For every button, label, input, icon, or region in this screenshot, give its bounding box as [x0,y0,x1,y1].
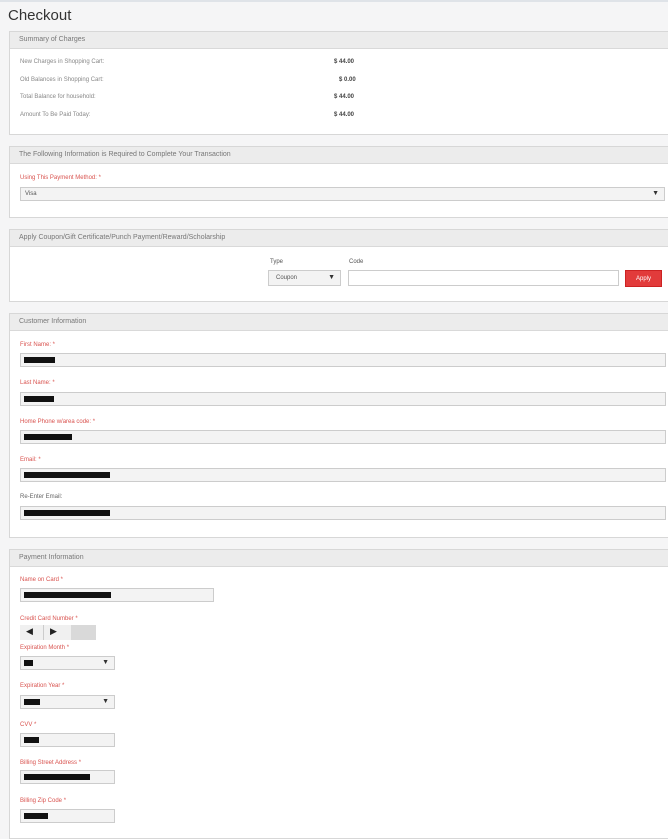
summary-value-new-charges: $ 44.00 [334,59,355,65]
redacted-value [24,472,110,478]
summary-panel: Summary of Charges New Charges in Shoppi… [9,31,668,135]
last-name-label: Last Name: * [20,380,55,386]
payment-method-label: Using This Payment Method: * [20,175,101,181]
first-name-label: First Name: * [20,342,56,348]
billing-street-label: Billing Street Address * [20,760,82,766]
payment-header: Payment Information [10,550,668,567]
arrow-left-icon: ◀ [26,626,33,636]
cvv-field[interactable] [20,733,115,747]
coupon-code-input[interactable] [348,270,619,286]
summary-value-amount-today: $ 44.00 [334,112,355,118]
customer-panel: Customer Information First Name: * Last … [9,313,668,538]
cc-number-segment[interactable] [71,625,96,640]
name-on-card-label: Name on Card * [20,577,64,583]
cc-prev-control[interactable]: ◀ [20,625,44,640]
summary-label-new-charges: New Charges in Shopping Cart: [20,59,105,65]
payment-panel: Payment Information Name on Card * Credi… [9,549,668,839]
credit-card-label: Credit Card Number * [20,616,78,622]
reenter-email-label: Re-Enter Email: [20,494,63,500]
name-on-card-field[interactable] [20,588,214,602]
triangle-down-icon: ▼ [102,659,109,666]
reenter-email-field[interactable] [20,506,666,520]
billing-street-field[interactable] [20,770,115,784]
summary-label-amount-today: Amount To Be Paid Today: [20,112,91,118]
expiration-month-select[interactable]: ▼ [20,656,115,670]
redacted-value [24,660,33,666]
cc-next-control[interactable]: ▶ [44,625,71,640]
coupon-type-select[interactable]: Coupon ▼ [268,270,341,286]
summary-value-total-balance: $ 44.00 [334,94,355,100]
expiration-year-select[interactable]: ▼ [20,695,115,709]
redacted-value [24,434,72,440]
redacted-value [24,592,111,598]
cvv-label: CVV * [20,722,37,728]
redacted-value [24,813,48,819]
customer-header: Customer Information [10,314,668,331]
summary-header: Summary of Charges [10,32,668,49]
email-field[interactable] [20,468,666,482]
redacted-value [24,396,54,402]
redacted-value [24,699,40,705]
redacted-value [24,774,90,780]
first-name-field[interactable] [20,353,666,367]
redacted-value [24,510,110,516]
summary-label-total-balance: Total Balance for household: [20,94,96,100]
coupon-type-label: Type [270,259,284,265]
redacted-value [24,357,55,363]
billing-zip-field[interactable] [20,809,115,823]
transaction-header: The Following Information is Required to… [10,147,668,164]
last-name-field[interactable] [20,392,666,406]
credit-card-field[interactable]: ◀ ▶ [20,625,96,640]
payment-method-value: Visa [25,191,37,197]
apply-button[interactable]: Apply [625,270,662,287]
billing-zip-label: Billing Zip Code * [20,798,67,804]
top-border [0,0,668,2]
home-phone-label: Home Phone w/area code: * [20,419,96,425]
coupon-header: Apply Coupon/Gift Certificate/Punch Paym… [10,230,668,247]
page-title: Checkout [8,7,72,24]
triangle-down-icon: ▼ [328,274,335,281]
triangle-down-icon: ▼ [102,698,109,705]
summary-label-old-balances: Old Balances in Shopping Cart: [20,77,104,83]
payment-method-select[interactable]: Visa ▼ [20,187,665,201]
transaction-panel: The Following Information is Required to… [9,146,668,218]
redacted-value [24,737,39,743]
coupon-code-label: Code [349,259,364,265]
triangle-down-icon: ▼ [652,190,659,197]
expiration-year-label: Expiration Year * [20,683,65,689]
summary-value-old-balances: $ 0.00 [339,77,356,83]
coupon-panel: Apply Coupon/Gift Certificate/Punch Paym… [9,229,668,302]
coupon-type-value: Coupon [276,275,298,281]
arrow-right-icon: ▶ [50,626,57,636]
email-label: Email: * [20,457,41,463]
home-phone-field[interactable] [20,430,666,444]
expiration-month-label: Expiration Month * [20,645,70,651]
